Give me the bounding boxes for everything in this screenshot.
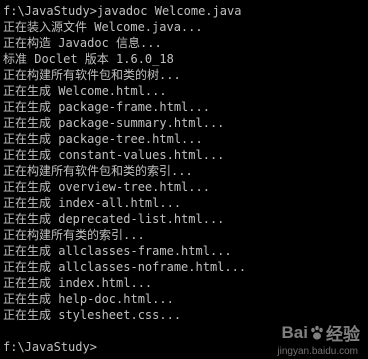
watermark-logo-left: Bai (281, 322, 308, 342)
console-line: 正在构建所有软件包和类的索引... (3, 164, 193, 178)
console-line: 标准 Doclet 版本 1.6.0_18 (3, 52, 174, 66)
console-line: f:\JavaStudy>javadoc Welcome.java (3, 4, 242, 18)
console-line: 正在生成 allclasses-frame.html... (3, 244, 232, 258)
console-line: 正在生成 package-summary.html... (3, 116, 225, 130)
console-line: 正在生成 constant-values.html... (3, 148, 225, 162)
console-line: 正在构建所有软件包和类的树... (3, 68, 181, 82)
console-line: 正在构造 Javadoc 信息... (3, 36, 162, 50)
console-line: 正在生成 index.html... (3, 276, 153, 290)
console-line: 正在生成 Welcome.html... (3, 84, 167, 98)
baidu-paw-icon (311, 325, 323, 340)
watermark-url: jingyan.baidu.com (277, 346, 358, 357)
console-line: 正在生成 allclasses-noframe.html... (3, 260, 247, 274)
console-line: 正在生成 deprecated-list.html... (3, 212, 225, 226)
baidu-watermark: Bai 经验 (282, 320, 360, 345)
console-line: 正在生成 overview-tree.html... (3, 180, 210, 194)
console-window[interactable]: f:\JavaStudy>javadoc Welcome.java 正在装入源文… (0, 0, 368, 359)
console-line: 正在生成 package-frame.html... (3, 100, 210, 114)
console-line: 正在构建所有类的索引... (3, 228, 145, 242)
console-line: 正在生成 index-all.html... (3, 196, 182, 210)
console-line: 正在生成 help-doc.html... (3, 292, 174, 306)
console-line: 正在生成 package-tree.html... (3, 132, 203, 146)
watermark-logo-right: 经验 (326, 325, 360, 344)
text-cursor: _ (76, 347, 84, 359)
watermark-logo: Bai 经验 (282, 320, 360, 345)
console-line: 正在装入源文件 Welcome.java... (3, 20, 203, 34)
console-output: f:\JavaStudy>javadoc Welcome.java 正在装入源文… (3, 3, 368, 355)
